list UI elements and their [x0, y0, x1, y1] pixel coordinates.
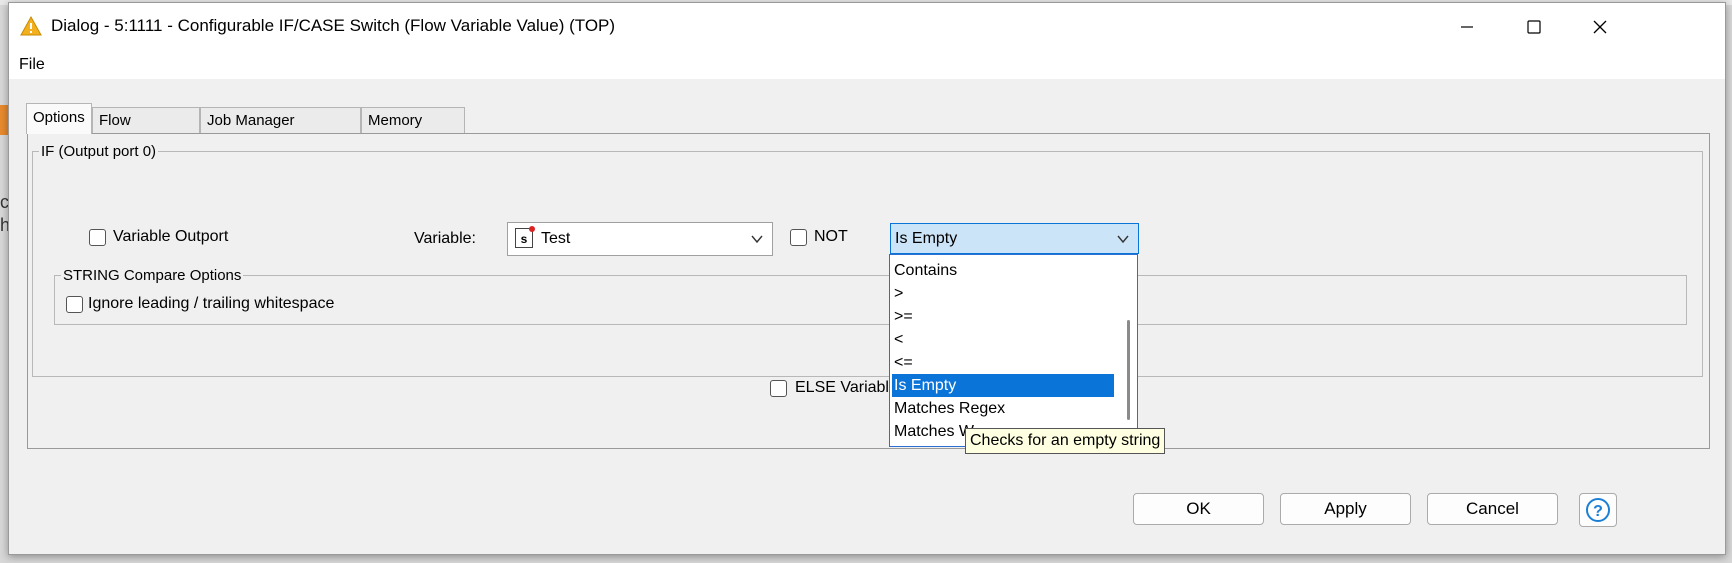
tab-options[interactable]: Options — [26, 103, 92, 134]
variable-outport-label: Variable Outport — [113, 228, 229, 245]
minimize-button[interactable] — [1444, 7, 1490, 47]
tab-flow-variables[interactable]: Flow Variables — [92, 107, 200, 155]
options-panel: IF (Output port 0) Variable Outport Vari… — [27, 133, 1710, 449]
ok-button[interactable]: OK — [1133, 493, 1264, 525]
not-label: NOT — [814, 228, 848, 245]
if-group: IF (Output port 0) Variable Outport Vari… — [32, 143, 1703, 377]
operator-select[interactable]: Is Empty — [890, 223, 1139, 254]
dropdown-option-selected[interactable]: Is Empty — [892, 374, 1114, 397]
help-button[interactable]: ? — [1579, 493, 1617, 527]
menu-bar: File — [9, 51, 1725, 79]
variable-select-value: Test — [541, 230, 571, 247]
string-variable-icon: s — [515, 226, 535, 248]
maximize-button[interactable] — [1511, 7, 1557, 47]
apply-button[interactable]: Apply — [1280, 493, 1411, 525]
cancel-button[interactable]: Cancel — [1427, 493, 1558, 525]
chevron-down-icon — [1117, 235, 1129, 244]
tooltip: Checks for an empty string — [965, 428, 1166, 454]
window-title: Dialog - 5:1111 - Configurable IF/CASE S… — [51, 16, 616, 35]
if-group-legend: IF (Output port 0) — [39, 143, 159, 160]
dropdown-option[interactable]: < — [892, 328, 1114, 351]
operator-dropdown-list: Contains > >= < <= Is Empty Matches Rege… — [889, 254, 1138, 447]
dropdown-option[interactable]: <= — [892, 351, 1114, 374]
dialog-window: Dialog - 5:1111 - Configurable IF/CASE S… — [8, 2, 1726, 555]
warning-icon — [20, 15, 42, 41]
close-icon — [1593, 20, 1607, 34]
svg-text:?: ? — [1593, 503, 1603, 520]
close-button[interactable] — [1577, 7, 1623, 47]
chevron-down-icon — [751, 235, 763, 244]
dropdown-scrollbar[interactable] — [1127, 320, 1130, 420]
title-bar: Dialog - 5:1111 - Configurable IF/CASE S… — [9, 3, 1725, 51]
operator-select-value: Is Empty — [895, 230, 958, 247]
string-compare-legend: STRING Compare Options — [61, 267, 244, 284]
dropdown-option[interactable]: >= — [892, 305, 1114, 328]
dropdown-option[interactable]: > — [892, 282, 1114, 305]
tab-job-manager-selection[interactable]: Job Manager Selection — [200, 107, 361, 155]
help-icon: ? — [1586, 498, 1610, 522]
ignore-whitespace-label: Ignore leading / trailing whitespace — [88, 295, 335, 312]
string-compare-group: STRING Compare Options Ignore leading / … — [54, 267, 1687, 325]
maximize-icon — [1527, 20, 1541, 34]
dropdown-option[interactable]: Contains — [892, 259, 1114, 282]
ignore-whitespace-checkbox[interactable] — [66, 296, 83, 313]
minimize-icon — [1461, 26, 1473, 28]
not-checkbox[interactable] — [790, 229, 807, 246]
menu-file[interactable]: File — [19, 56, 45, 74]
dropdown-option[interactable]: Matches Regex — [892, 397, 1114, 420]
tab-memory-policy[interactable]: Memory Policy — [361, 107, 465, 155]
variable-label: Variable: — [414, 230, 476, 247]
variable-select[interactable]: s Test — [507, 222, 773, 256]
variable-outport-checkbox[interactable] — [89, 229, 106, 246]
else-checkbox[interactable] — [770, 380, 787, 397]
